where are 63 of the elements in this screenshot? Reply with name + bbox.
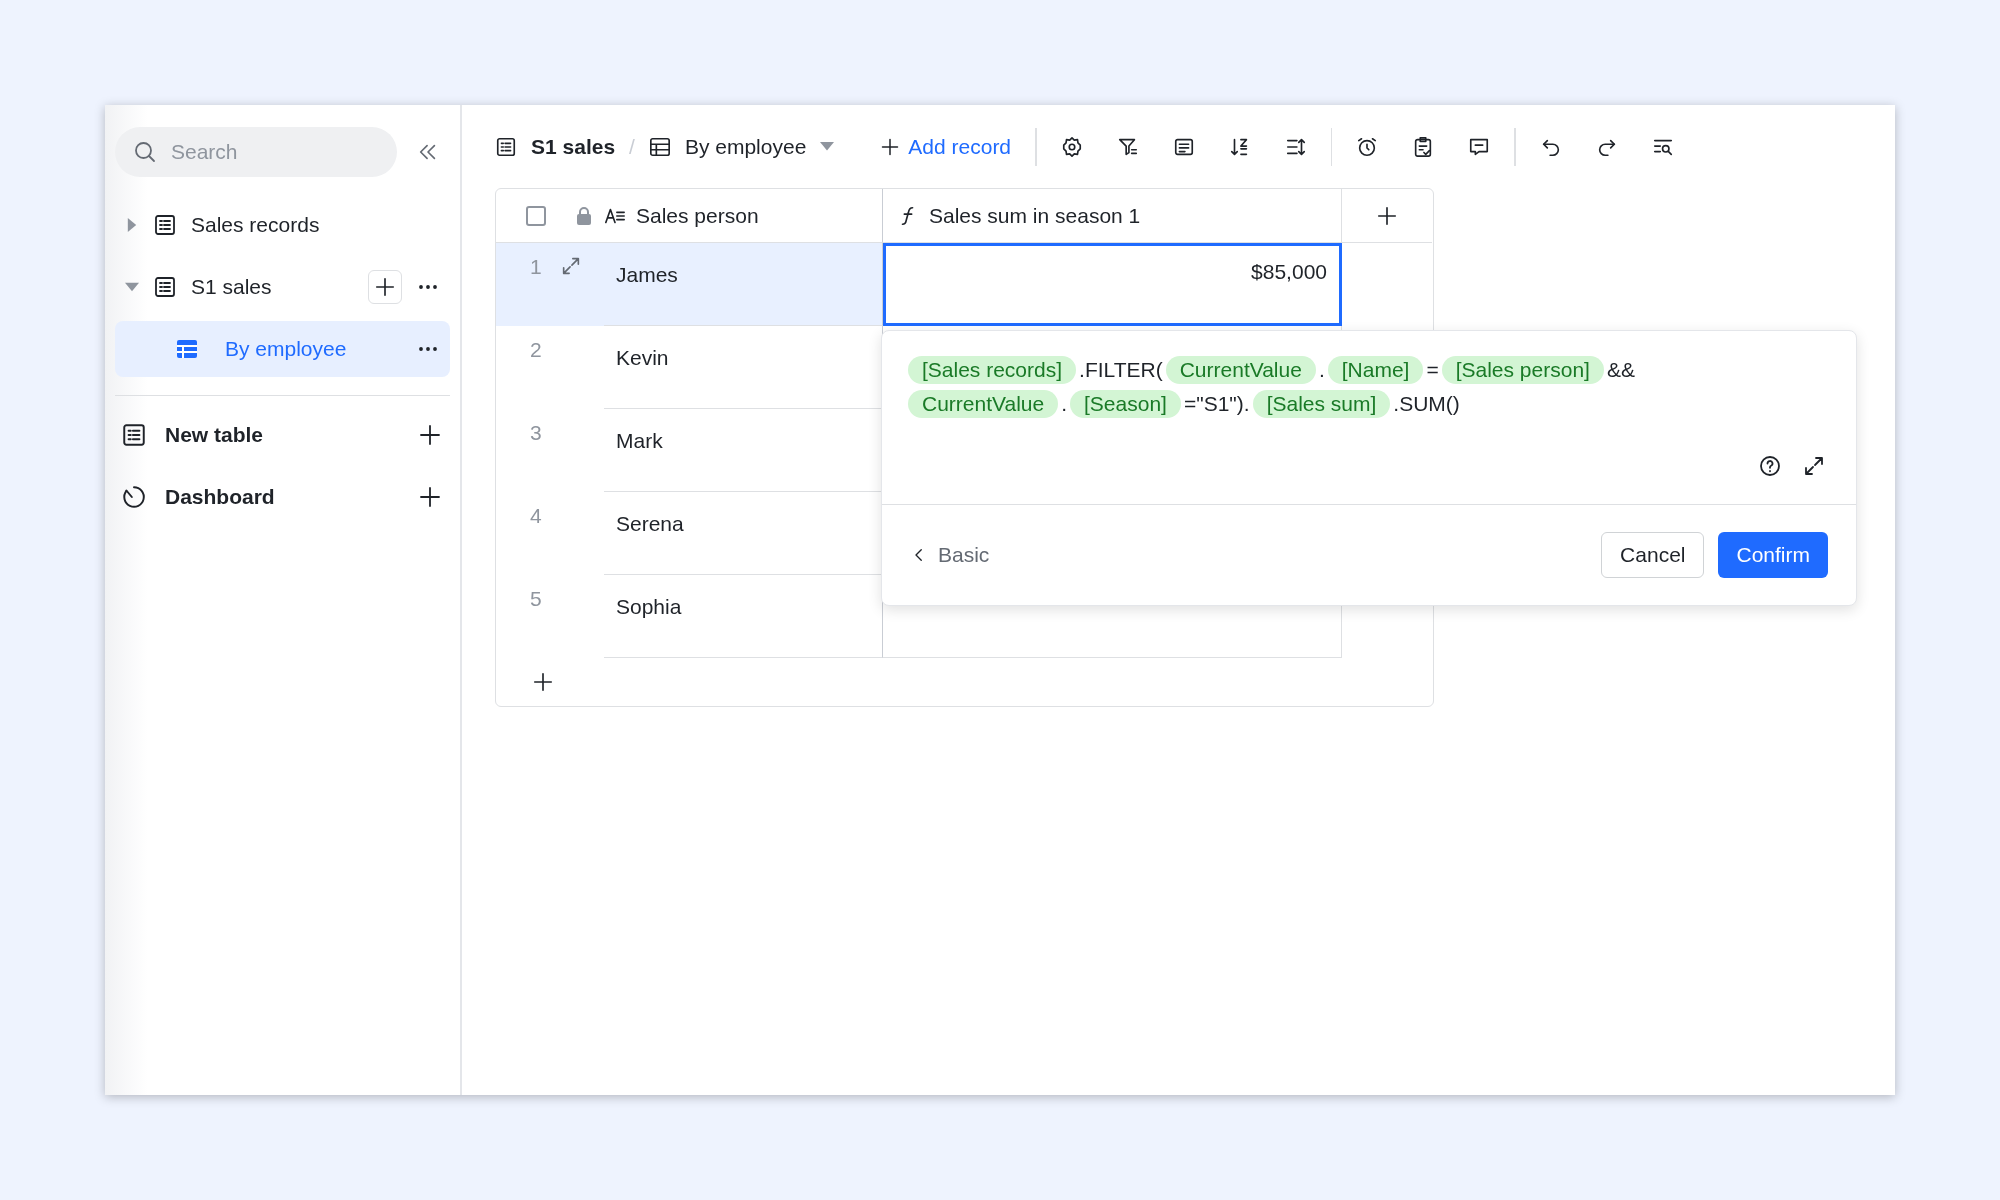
grid-icon [175,337,199,361]
field-token[interactable]: [Name] [1327,356,1424,384]
dashboard-icon[interactable] [121,484,147,510]
search-icon[interactable] [133,140,157,164]
back-link[interactable]: Basic [910,543,1588,567]
column-header[interactable]: Sales person [636,203,759,228]
settings-icon[interactable] [1060,135,1083,158]
grid-icon [648,135,671,158]
add-button[interactable] [368,270,402,304]
caret-down-icon[interactable] [125,280,139,294]
row-number: 2 [530,338,542,362]
column-header[interactable]: Sales sum in season 1 [929,203,1141,228]
action-label[interactable]: Dashboard [165,485,400,509]
field-token[interactable]: CurrentValue [1165,356,1316,384]
checkbox[interactable] [526,205,546,226]
table-icon[interactable] [495,135,517,158]
search-field[interactable]: Search [115,127,397,177]
table-cell: $85,000 [883,243,1342,326]
formula-text: = [1426,358,1439,382]
sidebar-item[interactable]: By employee [115,321,450,377]
table-icon[interactable] [153,275,177,299]
field-token[interactable]: [Sales sum] [1252,390,1391,418]
field-token[interactable]: [Sales person] [1441,356,1604,384]
formula-text: ="S1"). [1183,392,1250,416]
plus-icon[interactable] [374,276,396,298]
row-number: 3 [530,421,542,445]
plus-icon[interactable] [418,423,442,447]
breadcrumb-separator: / [629,134,635,159]
caret-right-icon[interactable] [125,218,139,232]
formula-text: . [1318,358,1325,382]
add-record-button[interactable]: Add record [880,134,1012,159]
expand-icon[interactable] [1802,454,1826,478]
confirm-button[interactable]: Confirm [1718,532,1828,578]
lock-icon [576,206,592,225]
formula-text: . [1061,392,1068,416]
field-token[interactable]: [Season] [1070,390,1181,418]
formula-text: && [1606,358,1635,382]
caret-down-icon[interactable] [820,141,835,152]
table-cell: James [604,243,883,326]
action-label[interactable]: New table [165,423,400,447]
add-row-icon[interactable] [532,671,554,693]
row-number: 4 [530,504,542,528]
help-icon[interactable] [1758,454,1782,478]
sidebar-item[interactable]: Sales records [115,197,450,253]
table-icon[interactable] [153,213,177,237]
plus-icon[interactable] [418,485,442,509]
row-number: 5 [530,587,542,611]
formula-text: .SUM() [1393,392,1460,416]
sidebar-item[interactable]: S1 sales [115,259,450,315]
field-token[interactable]: [Sales records] [908,356,1077,384]
item-label: S1 sales [191,275,273,299]
formula-text: .FILTER( [1079,358,1163,382]
table-name[interactable]: S1 sales [531,134,616,159]
cancel-button[interactable]: Cancel [1601,532,1705,578]
item-label: Sales records [191,213,321,237]
item-label: By employee [225,337,348,361]
row-number: 1 [530,255,542,279]
field-token[interactable]: CurrentValue [908,390,1059,418]
table-icon[interactable] [121,422,147,448]
add-column-icon[interactable] [1376,204,1398,227]
alarm-icon[interactable] [1356,135,1379,158]
plus-icon[interactable] [880,136,901,157]
view-selector[interactable]: By employee [684,134,807,159]
